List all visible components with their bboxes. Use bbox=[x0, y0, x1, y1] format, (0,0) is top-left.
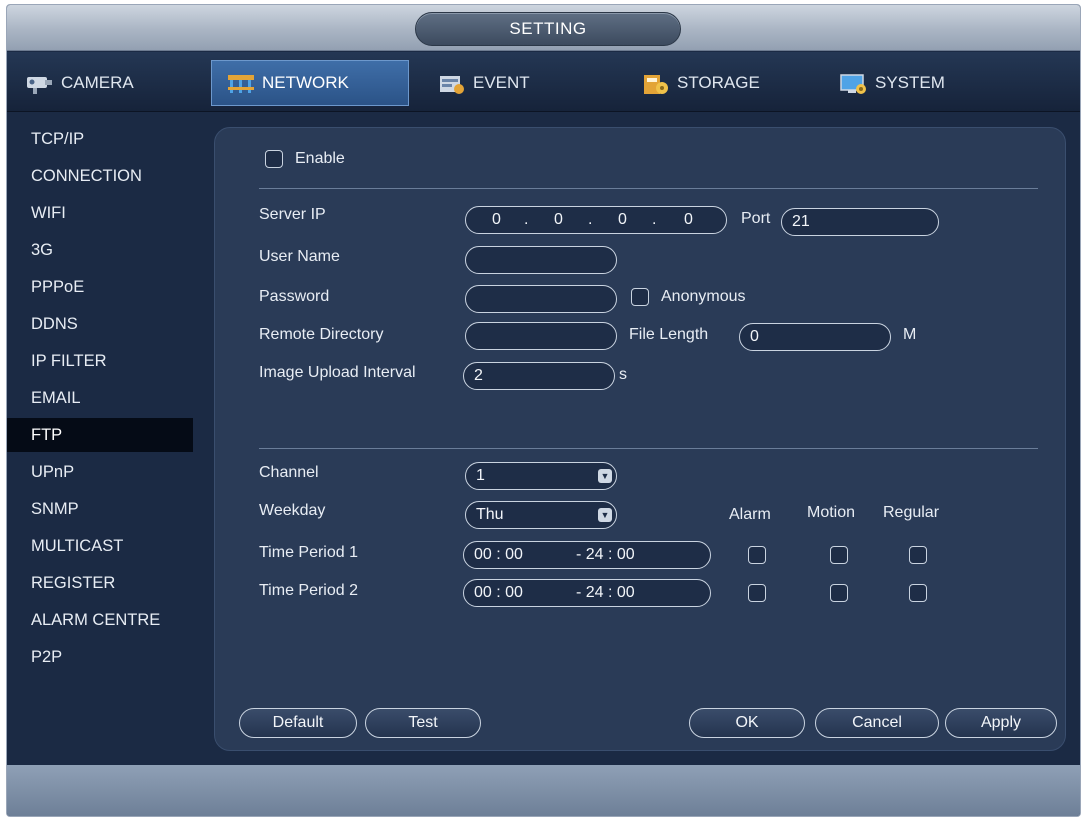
channel-select[interactable]: 1 ▼ bbox=[465, 462, 617, 490]
ip-dot: . bbox=[588, 211, 593, 228]
time-period-2-label: Time Period 2 bbox=[259, 582, 358, 599]
tab-camera-label: CAMERA bbox=[61, 73, 134, 92]
sidebar-item-multicast[interactable]: MULTICAST bbox=[7, 529, 193, 563]
ip-octet-2: 0 bbox=[554, 211, 563, 228]
weekday-label: Weekday bbox=[259, 502, 326, 519]
server-ip-input[interactable]: 0 . 0 . 0 . 0 bbox=[465, 206, 727, 234]
dropdown-arrow-icon: ▼ bbox=[598, 508, 612, 522]
ip-dot: . bbox=[652, 211, 657, 228]
upload-interval-label: Image Upload Interval bbox=[259, 364, 416, 381]
ip-octet-3: 0 bbox=[618, 211, 627, 228]
period-2-alarm-checkbox[interactable] bbox=[748, 584, 766, 602]
port-label: Port bbox=[741, 210, 771, 227]
column-alarm: Alarm bbox=[729, 506, 771, 523]
apply-button[interactable]: Apply bbox=[945, 708, 1057, 738]
cancel-button[interactable]: Cancel bbox=[815, 708, 939, 738]
channel-value: 1 bbox=[476, 467, 485, 484]
tab-storage[interactable]: STORAGE bbox=[629, 60, 819, 106]
event-icon bbox=[437, 72, 465, 94]
sidebar-item-alarm-centre[interactable]: ALARM CENTRE bbox=[7, 603, 193, 637]
file-length-label: File Length bbox=[629, 326, 709, 343]
user-name-label: User Name bbox=[259, 248, 340, 265]
sidebar-item-3g[interactable]: 3G bbox=[7, 233, 193, 267]
tab-storage-label: STORAGE bbox=[677, 73, 760, 92]
tab-network[interactable]: NETWORK bbox=[211, 60, 409, 106]
sidebar-item-tcpip[interactable]: TCP/IP bbox=[7, 122, 193, 156]
weekday-value: Thu bbox=[476, 506, 504, 523]
time-period-2-end: - 24 : 00 bbox=[576, 584, 635, 601]
period-1-motion-checkbox[interactable] bbox=[830, 546, 848, 564]
tab-system-label: SYSTEM bbox=[875, 73, 945, 92]
time-period-2-start: 00 : 00 bbox=[474, 584, 523, 601]
sidebar-item-wifi[interactable]: WIFI bbox=[7, 196, 193, 230]
time-period-1-start: 00 : 00 bbox=[474, 546, 523, 563]
enable-label: Enable bbox=[295, 150, 345, 167]
period-1-alarm-checkbox[interactable] bbox=[748, 546, 766, 564]
tab-event[interactable]: EVENT bbox=[425, 60, 615, 106]
upload-interval-unit: s bbox=[619, 366, 627, 383]
test-button[interactable]: Test bbox=[365, 708, 481, 738]
server-ip-label: Server IP bbox=[259, 206, 326, 223]
period-2-regular-checkbox[interactable] bbox=[909, 584, 927, 602]
ip-octet-4: 0 bbox=[684, 211, 693, 228]
time-period-1-end: - 24 : 00 bbox=[576, 546, 635, 563]
sidebar-item-ftp[interactable]: FTP bbox=[7, 418, 193, 452]
main-tab-bar: CAMERA NETWORK EVENT STORAGE SYSTEM bbox=[7, 52, 1080, 112]
remote-directory-label: Remote Directory bbox=[259, 326, 384, 343]
sidebar-item-p2p[interactable]: P2P bbox=[7, 640, 193, 674]
time-period-1-input[interactable]: 00 : 00 - 24 : 00 bbox=[463, 541, 711, 569]
sidebar-item-ddns[interactable]: DDNS bbox=[7, 307, 193, 341]
window-title: SETTING bbox=[415, 12, 681, 46]
title-bar: SETTING bbox=[7, 5, 1080, 51]
anonymous-checkbox[interactable] bbox=[631, 288, 649, 306]
settings-window: SETTING CAMERA NETWORK EVENT STORAGE SYS… bbox=[6, 4, 1081, 817]
system-icon bbox=[839, 72, 867, 94]
period-2-motion-checkbox[interactable] bbox=[830, 584, 848, 602]
divider bbox=[259, 448, 1038, 449]
divider bbox=[259, 188, 1038, 189]
sidebar-item-connection[interactable]: CONNECTION bbox=[7, 159, 193, 193]
sidebar-item-upnp[interactable]: UPnP bbox=[7, 455, 193, 489]
tab-network-label: NETWORK bbox=[262, 73, 349, 92]
remote-directory-input[interactable] bbox=[465, 322, 617, 350]
tab-system[interactable]: SYSTEM bbox=[827, 60, 1017, 106]
weekday-select[interactable]: Thu ▼ bbox=[465, 501, 617, 529]
storage-icon bbox=[641, 72, 669, 94]
ip-dot: . bbox=[524, 211, 529, 228]
anonymous-label: Anonymous bbox=[661, 288, 746, 305]
tab-event-label: EVENT bbox=[473, 73, 530, 92]
camera-icon bbox=[25, 72, 53, 94]
ok-button[interactable]: OK bbox=[689, 708, 805, 738]
network-icon bbox=[226, 72, 254, 94]
period-1-regular-checkbox[interactable] bbox=[909, 546, 927, 564]
sidebar-item-pppoe[interactable]: PPPoE bbox=[7, 270, 193, 304]
sidebar-item-snmp[interactable]: SNMP bbox=[7, 492, 193, 526]
status-bar bbox=[7, 765, 1080, 816]
column-regular: Regular bbox=[883, 504, 940, 521]
sidebar-item-ip-filter[interactable]: IP FILTER bbox=[7, 344, 193, 378]
default-button[interactable]: Default bbox=[239, 708, 357, 738]
ip-octet-1: 0 bbox=[492, 211, 501, 228]
sidebar-item-register[interactable]: REGISTER bbox=[7, 566, 193, 600]
dropdown-arrow-icon: ▼ bbox=[598, 469, 612, 483]
file-length-unit: M bbox=[903, 326, 917, 343]
sidebar-item-email[interactable]: EMAIL bbox=[7, 381, 193, 415]
password-label: Password bbox=[259, 288, 330, 305]
tab-camera[interactable]: CAMERA bbox=[15, 60, 203, 106]
channel-label: Channel bbox=[259, 464, 319, 481]
upload-interval-input[interactable]: 2 bbox=[463, 362, 615, 390]
enable-checkbox[interactable] bbox=[265, 150, 283, 168]
ftp-settings-panel: Enable Server IP 0 . 0 . 0 . 0 Port 21 U… bbox=[214, 127, 1066, 751]
column-motion: Motion bbox=[807, 504, 856, 521]
time-period-2-input[interactable]: 00 : 00 - 24 : 00 bbox=[463, 579, 711, 607]
time-period-1-label: Time Period 1 bbox=[259, 544, 358, 561]
user-name-input[interactable] bbox=[465, 246, 617, 274]
port-input[interactable]: 21 bbox=[781, 208, 939, 236]
file-length-input[interactable]: 0 bbox=[739, 323, 891, 351]
password-input[interactable] bbox=[465, 285, 617, 313]
